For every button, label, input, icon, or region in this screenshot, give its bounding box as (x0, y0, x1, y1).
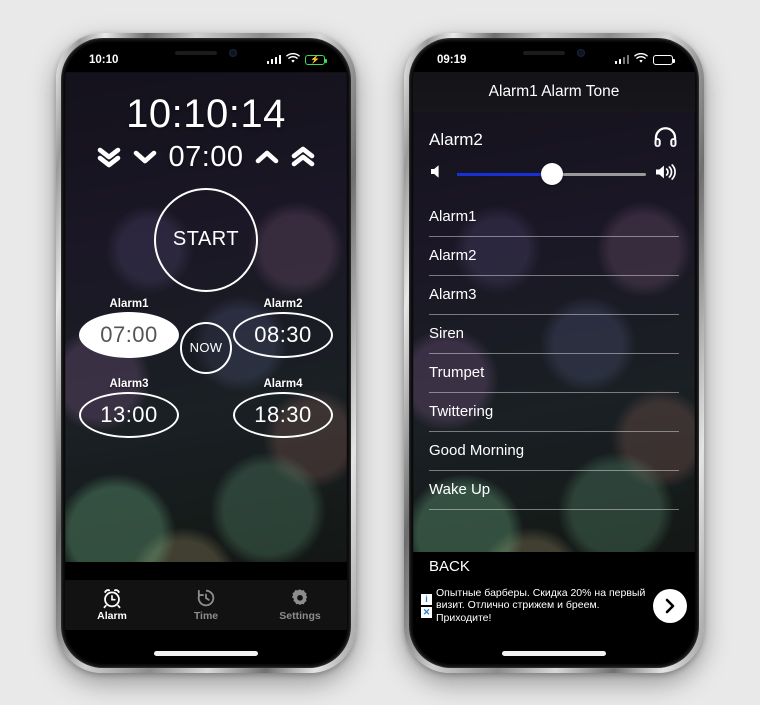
tone-item-twittering[interactable]: Twittering (429, 393, 679, 432)
tone-item-alarm1[interactable]: Alarm1 (429, 198, 679, 237)
right-status-indicators (614, 52, 675, 67)
alarm-1-label: Alarm1 (109, 297, 149, 310)
volume-high-icon (655, 163, 679, 186)
tabbar-gap (65, 561, 347, 580)
current-time-display: 10:10:14 (126, 91, 286, 136)
alarm-clock-icon (101, 587, 123, 609)
alarm-row-bottom: Alarm3 13:00 Alarm4 18:30 (79, 378, 333, 438)
right-phone-device: 09:19 Alarm1 Alarm Tone Alarm2 Alarm1 Al… (404, 32, 704, 673)
tab-alarm[interactable]: Alarm (65, 587, 159, 622)
tab-settings-label: Settings (279, 610, 321, 622)
alarm-3-bubble[interactable]: 13:00 (79, 391, 179, 438)
tone-item-trumpet[interactable]: Trumpet (429, 354, 679, 393)
left-phone-screen: 10:10 ⚡ 10:10:14 07:00 START Alarm1 07:0… (65, 41, 347, 664)
tone-list: Alarm1 Alarm2 Alarm3 Siren Trumpet Twitt… (413, 198, 695, 510)
tab-time[interactable]: Time (159, 587, 253, 622)
tone-item-alarm3[interactable]: Alarm3 (429, 276, 679, 315)
notch (144, 41, 268, 65)
volume-slider-fill (457, 172, 552, 176)
alarm-grid: Alarm1 07:00 Alarm2 08:30 NOW Alarm3 13:… (65, 298, 347, 438)
time-adjust-row: 07:00 (65, 141, 347, 174)
page-title: Alarm1 Alarm Tone (413, 71, 695, 112)
wifi-icon (634, 52, 648, 67)
tab-settings[interactable]: Settings (253, 587, 347, 622)
front-camera-icon (577, 49, 585, 57)
ad-info-icon[interactable]: i (421, 593, 432, 605)
ad-banner: i ✕ Опытные барберы. Скидка 20% на первы… (413, 581, 695, 630)
left-phone-bezel: 10:10 ⚡ 10:10:14 07:00 START Alarm1 07:0… (61, 37, 351, 668)
tab-alarm-label: Alarm (97, 610, 127, 622)
now-button[interactable]: NOW (180, 321, 232, 374)
gear-icon (289, 587, 311, 609)
earpiece-speaker-icon (175, 51, 217, 55)
home-indicator[interactable] (154, 650, 258, 656)
alarm-2-label: Alarm2 (263, 297, 303, 310)
home-indicator[interactable] (502, 650, 606, 656)
alarm-4-bubble[interactable]: 18:30 (233, 391, 333, 438)
tone-item-wake-up[interactable]: Wake Up (429, 471, 679, 510)
selected-tone-label: Alarm2 (429, 129, 483, 149)
front-camera-icon (229, 49, 237, 57)
start-button[interactable]: START (154, 187, 258, 292)
chevron-right-icon (662, 598, 678, 614)
right-phone-bezel: 09:19 Alarm1 Alarm Tone Alarm2 Alarm1 Al… (409, 37, 699, 668)
ad-cta-button[interactable] (653, 588, 687, 623)
alarm-3-label: Alarm3 (109, 377, 149, 390)
left-status-indicators: ⚡ (266, 52, 327, 67)
tone-item-alarm2[interactable]: Alarm2 (429, 237, 679, 276)
notch (492, 41, 616, 65)
chevron-up-icon[interactable] (254, 144, 280, 170)
chevron-down-icon[interactable] (132, 144, 158, 170)
battery-charging-icon: ⚡ (305, 54, 327, 65)
alarm-cell-1: Alarm1 07:00 (79, 298, 179, 358)
alarm-cell-2: Alarm2 08:30 (233, 298, 333, 358)
right-phone-screen: 09:19 Alarm1 Alarm Tone Alarm2 Alarm1 Al… (413, 41, 695, 664)
wifi-icon (286, 52, 300, 67)
earpiece-speaker-icon (523, 51, 565, 55)
alarm-cell-3: Alarm3 13:00 (79, 378, 179, 438)
tone-item-siren[interactable]: Siren (429, 315, 679, 354)
battery-icon (653, 54, 675, 65)
tone-selected-row: Alarm2 (429, 124, 679, 156)
chevron-double-up-icon[interactable] (290, 144, 316, 170)
clock-history-icon (195, 587, 217, 609)
alarm-2-bubble[interactable]: 08:30 (233, 311, 333, 358)
volume-slider-track[interactable] (457, 163, 646, 185)
signal-bars-icon (614, 55, 629, 64)
start-button-wrap: START (65, 187, 347, 292)
alarm-cell-4: Alarm4 18:30 (233, 378, 333, 438)
tab-time-label: Time (193, 610, 219, 622)
back-button[interactable]: BACK (413, 551, 695, 582)
alarm-4-label: Alarm4 (263, 377, 303, 390)
ad-controls: i ✕ (421, 593, 432, 618)
ad-text: Опытные барберы. Скидка 20% на первый ви… (436, 586, 646, 624)
tone-header: Alarm2 (413, 112, 695, 186)
alarm-1-bubble[interactable]: 07:00 (79, 311, 179, 358)
screenshot-stage: 10:10 ⚡ 10:10:14 07:00 START Alarm1 07:0… (0, 0, 760, 705)
left-status-time: 10:10 (89, 53, 119, 66)
volume-slider-thumb[interactable] (540, 163, 563, 185)
left-bottom-filler (65, 629, 347, 664)
signal-bars-icon (266, 55, 281, 64)
volume-low-icon (429, 163, 448, 185)
tone-item-good-morning[interactable]: Good Morning (429, 432, 679, 471)
left-phone-device: 10:10 ⚡ 10:10:14 07:00 START Alarm1 07:0… (56, 32, 356, 673)
volume-slider-row (429, 163, 679, 186)
chevron-double-down-icon[interactable] (96, 144, 122, 170)
right-bottom-filler (413, 629, 695, 664)
bottom-tab-bar: Alarm Time Settings (65, 579, 347, 630)
right-status-time: 09:19 (437, 53, 467, 66)
headphones-icon[interactable] (652, 124, 679, 156)
set-time-value: 07:00 (168, 140, 244, 173)
ad-close-icon[interactable]: ✕ (421, 606, 432, 618)
